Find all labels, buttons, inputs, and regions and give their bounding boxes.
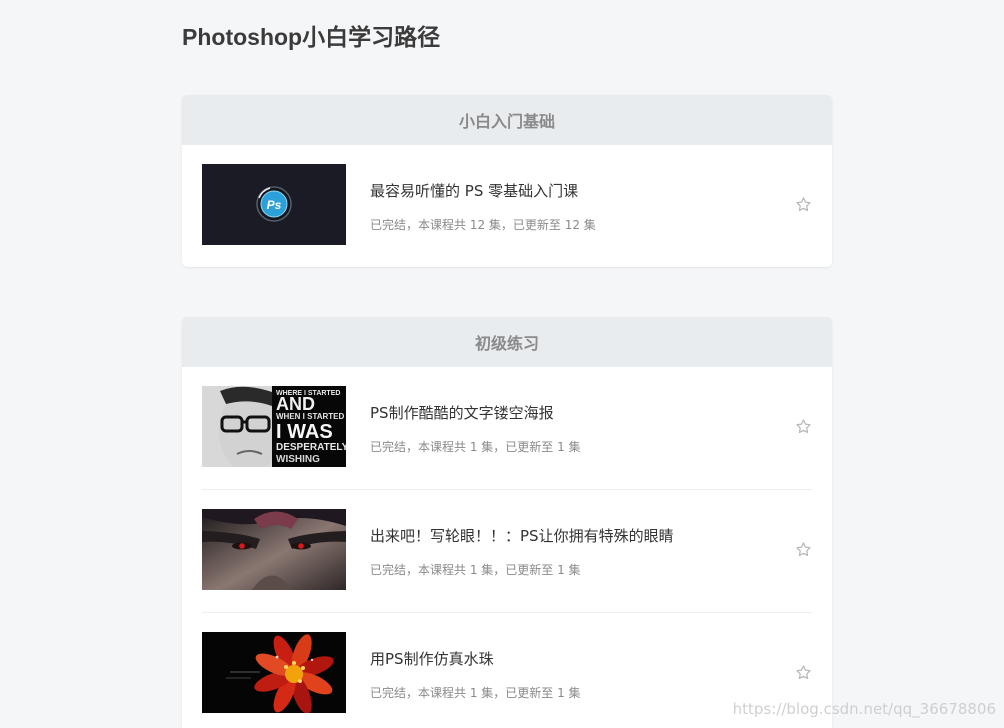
course-title[interactable]: PS制作酷酷的文字镂空海报 bbox=[370, 402, 554, 423]
page-title: Photoshop小白学习路径 bbox=[182, 24, 441, 50]
course-status: 已完结，本课程共 1 集，已更新至 1 集 bbox=[370, 563, 581, 577]
section-header: 初级练习 bbox=[182, 317, 832, 367]
favorite-star-icon[interactable] bbox=[795, 196, 812, 213]
section-beginner-basics: 小白入门基础 Ps 最容易听懂的 PS 零基础入门课 已完结，本课程共 12 集… bbox=[182, 95, 832, 267]
course-thumbnail[interactable] bbox=[202, 632, 346, 713]
section-elementary-practice: 初级练习 WHERE I STARTED AND WHEN I STARTED bbox=[182, 317, 832, 728]
page: Photoshop小白学习路径 小白入门基础 Ps 最容易听懂的 PS 零基础入… bbox=[0, 0, 1004, 728]
course-item[interactable]: WHERE I STARTED AND WHEN I STARTED I WAS… bbox=[202, 367, 812, 490]
course-item[interactable]: Ps 最容易听懂的 PS 零基础入门课 已完结，本课程共 12 集，已更新至 1… bbox=[202, 145, 812, 267]
poster-line-5: DESPERATELY bbox=[276, 442, 346, 453]
course-status: 已完结，本课程共 12 集，已更新至 12 集 bbox=[370, 218, 596, 232]
course-title[interactable]: 最容易听懂的 PS 零基础入门课 bbox=[370, 180, 578, 201]
poster-line-6: WISHING bbox=[276, 454, 320, 465]
course-title[interactable]: 用PS制作仿真水珠 bbox=[370, 648, 494, 669]
ps-logo-text: Ps bbox=[267, 198, 282, 212]
sharingan-eyes-thumbnail bbox=[202, 509, 346, 590]
favorite-star-icon[interactable] bbox=[795, 418, 812, 435]
water-drop-flower-thumbnail bbox=[202, 632, 346, 713]
course-thumbnail[interactable]: WHERE I STARTED AND WHEN I STARTED I WAS… bbox=[202, 386, 346, 467]
course-status: 已完结，本课程共 1 集，已更新至 1 集 bbox=[370, 686, 581, 700]
course-title[interactable]: 出来吧！写轮眼！！：PS让你拥有特殊的眼睛 bbox=[370, 525, 674, 546]
course-thumbnail[interactable] bbox=[202, 509, 346, 590]
course-item[interactable]: 用PS制作仿真水珠 已完结，本课程共 1 集，已更新至 1 集 bbox=[202, 613, 812, 728]
typography-poster-thumbnail: WHERE I STARTED AND WHEN I STARTED I WAS… bbox=[202, 386, 346, 467]
poster-line-2: AND bbox=[276, 394, 315, 414]
favorite-star-icon[interactable] bbox=[795, 664, 812, 681]
ps-logo-thumbnail: Ps bbox=[202, 164, 346, 245]
course-item[interactable]: 出来吧！写轮眼！！：PS让你拥有特殊的眼睛 已完结，本课程共 1 集，已更新至 … bbox=[202, 490, 812, 613]
poster-line-3: WHEN I STARTED bbox=[276, 412, 345, 421]
favorite-star-icon[interactable] bbox=[795, 541, 812, 558]
course-status: 已完结，本课程共 1 集，已更新至 1 集 bbox=[370, 440, 581, 454]
watermark-url: https://blog.csdn.net/qq_36678806 bbox=[732, 700, 996, 718]
section-header: 小白入门基础 bbox=[182, 95, 832, 145]
course-thumbnail[interactable]: Ps bbox=[202, 164, 346, 245]
poster-line-4: I WAS bbox=[276, 421, 333, 443]
